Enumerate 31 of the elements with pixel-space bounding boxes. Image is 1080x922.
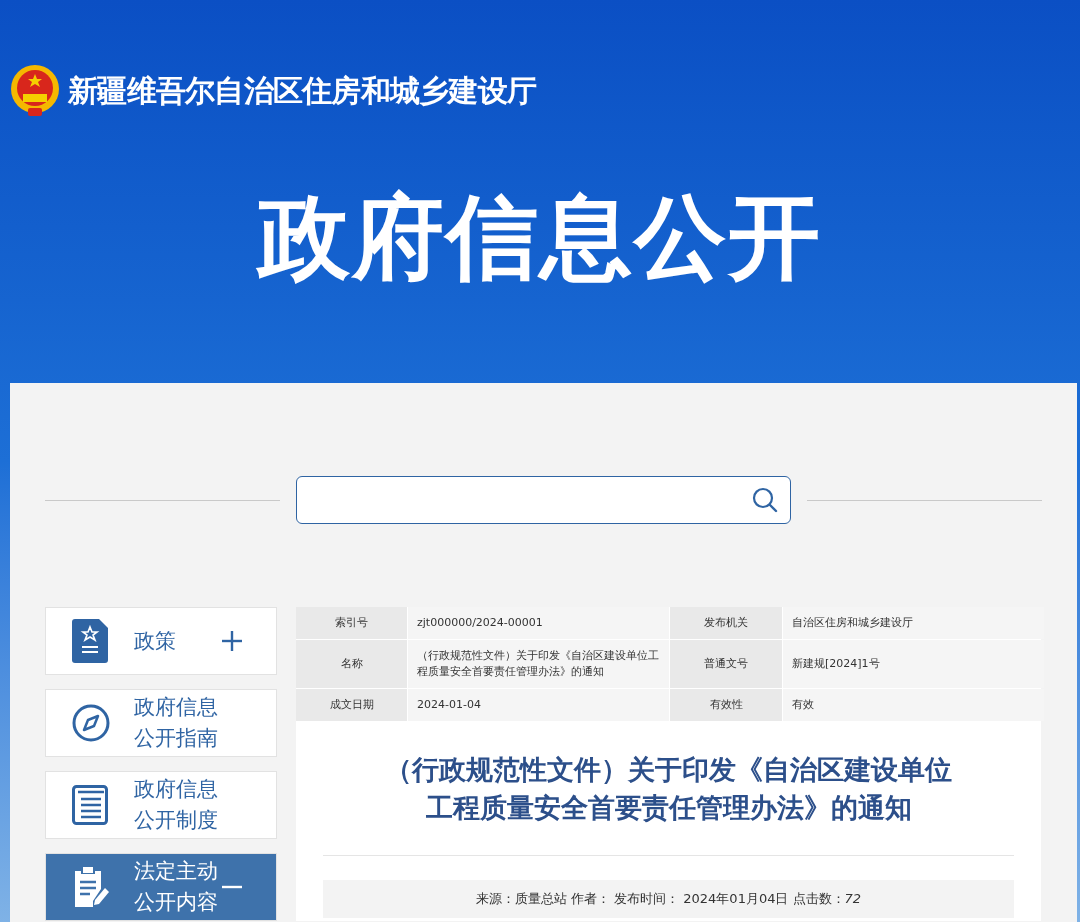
- site-title: 新疆维吾尔自治区住房和城乡建设厅: [68, 71, 536, 110]
- table-label-cell: 有效性: [670, 689, 782, 721]
- article-title: （行政规范性文件）关于印发《自治区建设单位工程质量安全首要责任管理办法》的通知: [323, 751, 1014, 856]
- article-meta: 来源：质量总站 作者： 发布时间： 2024年01月04日 点击数：72: [475, 890, 862, 909]
- table-value-cell: 自治区住房和城乡建设厅: [783, 607, 1044, 639]
- table-label-cell: 成文日期: [296, 689, 407, 721]
- table-value-cell: 有效: [783, 689, 1044, 721]
- sidebar-label: 政策: [134, 627, 177, 655]
- emblem-icon: [10, 64, 60, 116]
- table-value-cell: 2024-01-04: [408, 689, 669, 721]
- sidebar-item[interactable]: 政策: [45, 607, 277, 675]
- table-label-cell: 索引号: [296, 607, 407, 639]
- sidebar-label: 政府信息公开指南: [134, 694, 219, 752]
- compass-icon: [72, 704, 110, 742]
- document-star-icon: [72, 619, 108, 663]
- table-label-cell: 名称: [296, 640, 407, 688]
- search-field[interactable]: [296, 476, 791, 524]
- sidebar-item[interactable]: 政府信息公开指南: [45, 689, 277, 757]
- search-icon[interactable]: [752, 487, 778, 513]
- table-value-cell: （行政规范性文件）关于印发《自治区建设单位工程质量安全首要责任管理办法》的通知: [408, 640, 669, 688]
- sidebar-item[interactable]: 政府信息公开制度: [45, 771, 277, 839]
- sidebar-item[interactable]: 法定主动公开内容: [45, 853, 277, 921]
- clipboard-pen-icon: [72, 866, 110, 908]
- table-label-cell: 发布机关: [670, 607, 782, 639]
- plus-icon[interactable]: [222, 631, 242, 651]
- sidebar-label: 政府信息公开制度: [134, 776, 219, 834]
- sidebar-label: 法定主动公开内容: [134, 858, 219, 916]
- table-label-cell: 普通文号: [670, 640, 782, 688]
- table-value-cell: zjt000000/2024-00001: [408, 607, 669, 639]
- list-book-icon: [72, 785, 108, 825]
- table-value-cell: 新建规[2024]1号: [783, 640, 1044, 688]
